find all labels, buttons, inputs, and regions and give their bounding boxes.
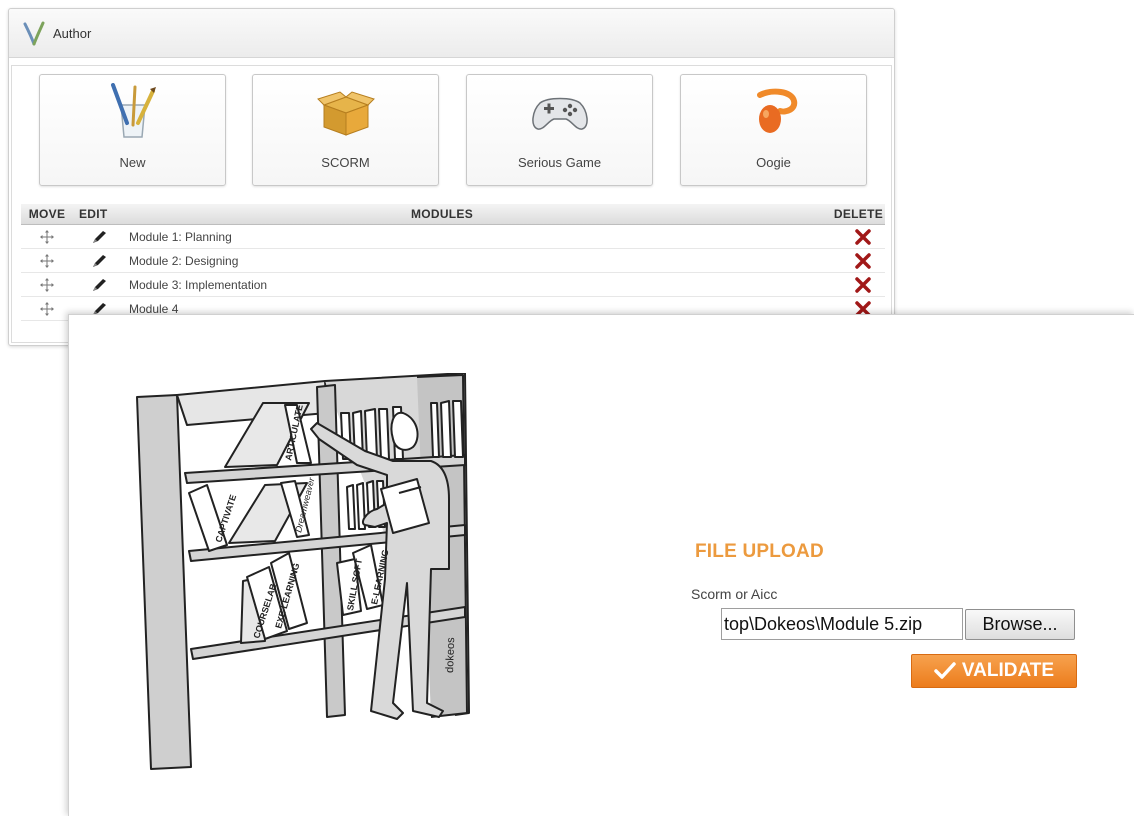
oogie-logo-icon bbox=[756, 88, 797, 133]
illustration-signature: dokeos bbox=[444, 637, 457, 673]
modules-column-header: MODULES bbox=[410, 207, 474, 221]
new-tile-button[interactable]: New bbox=[39, 74, 226, 186]
delete-icon[interactable] bbox=[855, 276, 871, 293]
move-handle-icon[interactable] bbox=[40, 253, 54, 268]
module-row: Module 2: Designing bbox=[21, 249, 885, 273]
modules-table-header: MOVE EDIT MODULES DELETE bbox=[21, 204, 885, 225]
author-title: Author bbox=[53, 25, 92, 41]
delete-column-header: DELETE bbox=[833, 207, 883, 221]
modules-table: MOVE EDIT MODULES DELETE Module 1: Plann… bbox=[21, 204, 885, 321]
package-box-icon bbox=[316, 91, 375, 136]
edit-column-header: EDIT bbox=[79, 207, 108, 221]
edit-pencil-icon[interactable] bbox=[91, 254, 107, 268]
module-name[interactable]: Module 1: Planning bbox=[123, 230, 821, 244]
file-path-input[interactable] bbox=[721, 608, 963, 640]
page: Author New SCORM Serious Game Oogie MOVE… bbox=[0, 0, 1134, 816]
move-handle-icon[interactable] bbox=[40, 277, 54, 292]
oogie-tile-label: Oogie bbox=[756, 155, 791, 170]
gamepad-icon bbox=[531, 97, 588, 130]
author-logo-icon bbox=[23, 21, 45, 46]
edit-pencil-icon[interactable] bbox=[91, 230, 107, 244]
author-body: New SCORM Serious Game Oogie MOVE EDIT M… bbox=[11, 65, 892, 343]
edit-pencil-icon[interactable] bbox=[91, 278, 107, 292]
scorm-tile-button[interactable]: SCORM bbox=[252, 74, 439, 186]
scorm-aicc-label: Scorm or Aicc bbox=[691, 586, 778, 602]
browse-button[interactable]: Browse... bbox=[965, 609, 1075, 640]
move-handle-icon[interactable] bbox=[40, 301, 54, 316]
module-row: Module 3: Implementation bbox=[21, 273, 885, 297]
oogie-tile-button[interactable]: Oogie bbox=[680, 74, 867, 186]
scorm-tile-label: SCORM bbox=[321, 155, 370, 170]
move-handle-icon[interactable] bbox=[40, 229, 54, 244]
author-panel: Author New SCORM Serious Game Oogie MOVE… bbox=[8, 8, 895, 346]
validate-button[interactable]: VALIDATE bbox=[911, 654, 1077, 688]
bookshelf-illustration: ARTICULATE CAPTIVATE Dreamweaver COURSEL… bbox=[136, 373, 470, 770]
pen-cup-icon bbox=[110, 83, 156, 138]
checkmark-icon bbox=[934, 662, 956, 679]
module-name[interactable]: Module 3: Implementation bbox=[123, 278, 821, 292]
validate-label: VALIDATE bbox=[961, 660, 1055, 681]
file-upload-title: FILE UPLOAD bbox=[695, 541, 824, 562]
module-row: Module 1: Planning bbox=[21, 225, 885, 249]
serious-game-tile-button[interactable]: Serious Game bbox=[466, 74, 653, 186]
move-column-header: MOVE bbox=[28, 207, 66, 221]
new-tile-label: New bbox=[119, 155, 146, 170]
delete-icon[interactable] bbox=[855, 252, 871, 269]
file-upload-dialog: ARTICULATE CAPTIVATE Dreamweaver COURSEL… bbox=[68, 314, 1134, 816]
author-header: Author bbox=[9, 9, 894, 58]
serious-game-tile-label: Serious Game bbox=[517, 155, 602, 170]
module-name[interactable]: Module 2: Designing bbox=[123, 254, 821, 268]
delete-icon[interactable] bbox=[855, 228, 871, 245]
